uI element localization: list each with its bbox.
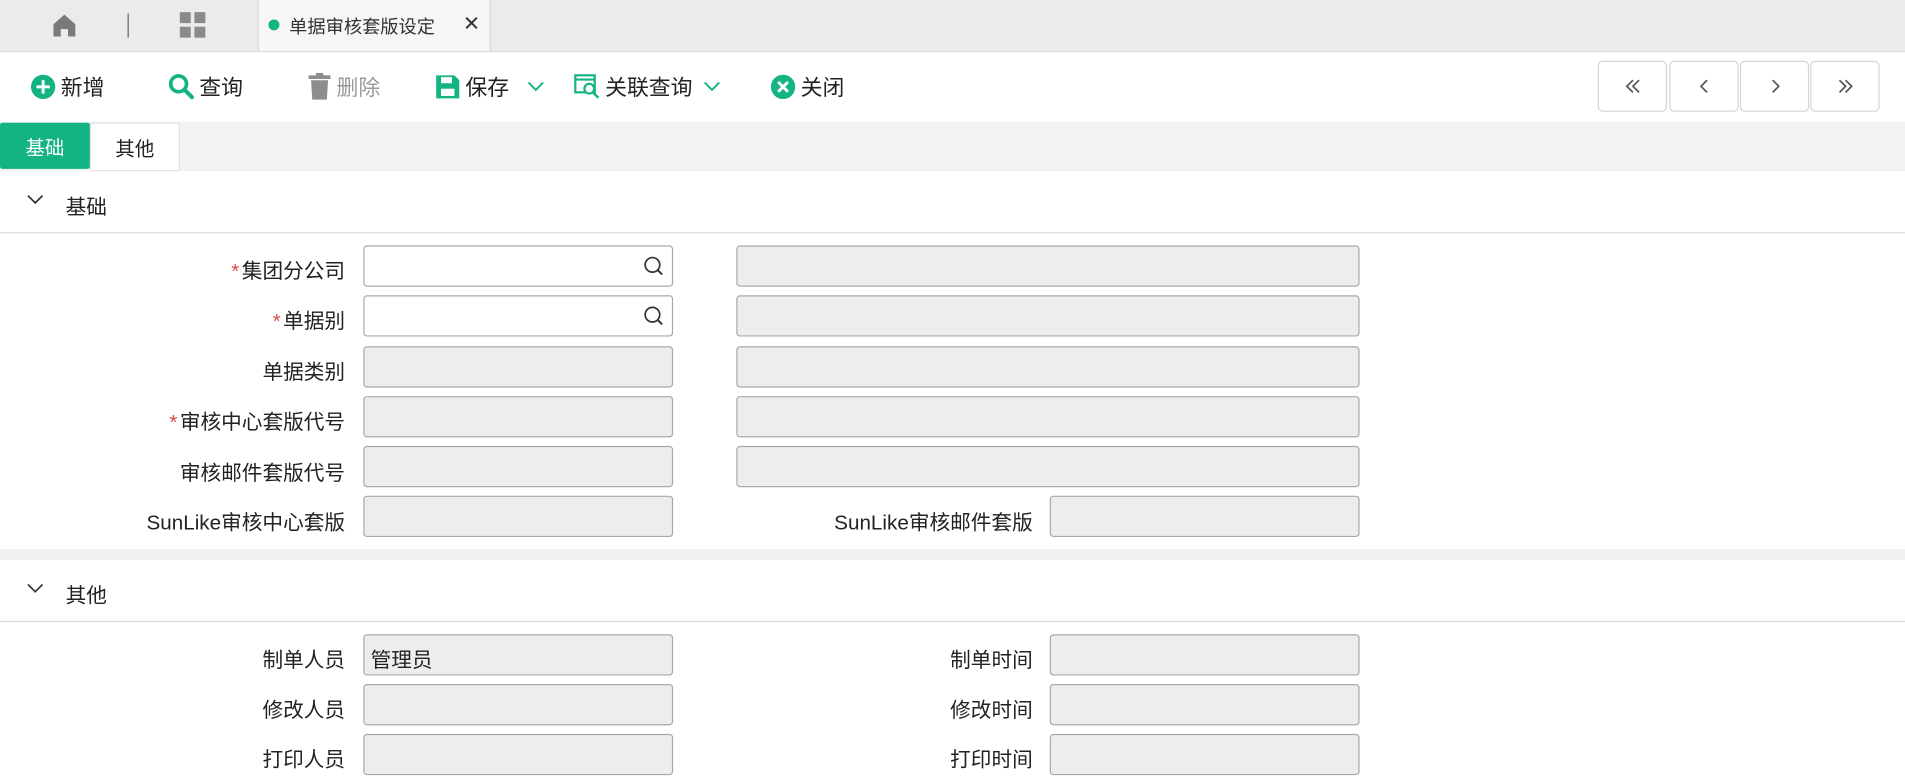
close-button[interactable]: 关闭 [770, 69, 844, 103]
save-disk-icon [436, 74, 460, 98]
printer-label: 打印人员 [262, 748, 346, 772]
audit-center-template-field [363, 396, 674, 438]
toolbar: 新增 查询 删除 保存 关联查询 关闭 [0, 52, 1905, 122]
creator-field: 管理员 [363, 634, 674, 676]
subtab-other[interactable]: 其他 [89, 122, 180, 172]
tab-status-dot [268, 19, 280, 31]
search-icon[interactable] [643, 305, 665, 327]
audit-center-template-name-display [736, 396, 1360, 438]
related-query-button[interactable]: 关联查询 [573, 69, 726, 103]
group-company-name-display [736, 245, 1360, 287]
modify-time-label: 修改时间 [950, 698, 1033, 722]
audit-mail-template-field [363, 445, 674, 488]
modify-time-field [1049, 684, 1360, 726]
doc-type-name-display [736, 295, 1360, 337]
required-mark: * [272, 309, 281, 333]
close-circle-icon [770, 74, 796, 99]
dashboard-grid-icon[interactable] [179, 11, 207, 39]
chevron-right-icon [1771, 79, 1780, 93]
doc-type-input[interactable] [363, 295, 674, 337]
add-button[interactable]: 新增 [30, 69, 104, 103]
group-company-label: * 集团分公司 [231, 260, 346, 284]
first-record-button[interactable] [1597, 60, 1667, 112]
section-basic-header[interactable]: 基础 [0, 171, 1905, 234]
delete-button[interactable]: 删除 [307, 69, 380, 103]
last-record-button[interactable] [1810, 60, 1880, 112]
delete-button-label: 删除 [336, 75, 381, 100]
creator-label: 制单人员 [262, 648, 346, 672]
subtab-basic[interactable]: 基础 [0, 122, 90, 169]
doc-category-name-display [736, 346, 1360, 388]
previous-record-button[interactable] [1669, 60, 1739, 112]
sunlike-center-template-field [363, 495, 674, 538]
double-chevron-right-icon [1838, 79, 1853, 93]
chevron-down-icon[interactable] [702, 80, 721, 92]
plus-circle-icon [30, 74, 56, 99]
chevron-left-icon [1699, 79, 1708, 93]
tab-strip: 单据审核套版设定 ✕ [0, 0, 1905, 53]
chevron-down-icon[interactable] [27, 582, 44, 594]
subtab-bar: 基础 其他 [0, 121, 1905, 172]
section-basic-title: 基础 [65, 195, 107, 219]
window-search-icon [574, 74, 600, 99]
query-button-label: 查询 [199, 75, 243, 100]
create-time-field [1049, 634, 1360, 676]
create-time-label: 制单时间 [950, 648, 1033, 672]
tab-active-document[interactable]: 单据审核套版设定 ✕ [257, 0, 491, 52]
print-time-label: 打印时间 [950, 748, 1033, 772]
chevron-down-icon[interactable] [526, 80, 545, 92]
doc-category-field [363, 346, 674, 388]
query-button[interactable]: 查询 [168, 69, 243, 103]
save-button-label: 保存 [465, 75, 510, 100]
modifier-field [363, 684, 674, 726]
audit-mail-template-name-display [736, 445, 1360, 488]
section-other-title: 其他 [65, 584, 107, 608]
doc-category-label: 单据类别 [262, 360, 346, 384]
trash-icon [308, 72, 331, 100]
next-record-button[interactable] [1739, 60, 1810, 112]
save-button[interactable]: 保存 [435, 69, 550, 103]
sunlike-mail-template-label: SunLike审核邮件套版 [834, 511, 1033, 535]
sunlike-center-template-label: SunLike审核中心套版 [146, 511, 346, 535]
group-company-input[interactable] [363, 245, 674, 287]
doc-type-label: * 单据别 [272, 309, 346, 333]
chevron-down-icon[interactable] [27, 193, 44, 205]
home-icon[interactable] [51, 12, 78, 39]
print-time-field [1049, 733, 1360, 776]
modifier-label: 修改人员 [262, 698, 346, 722]
tab-close-icon[interactable]: ✕ [463, 12, 480, 36]
double-chevron-left-icon [1625, 79, 1640, 93]
close-button-label: 关闭 [800, 75, 845, 100]
section-other-header[interactable]: 其他 [0, 560, 1905, 623]
add-button-label: 新增 [60, 75, 105, 100]
search-icon [168, 74, 195, 100]
audit-mail-template-label: 审核邮件套版代号 [179, 461, 346, 485]
section-divider [0, 549, 1905, 561]
tab-title: 单据审核套版设定 [289, 17, 435, 38]
printer-field [363, 733, 674, 776]
required-mark: * [231, 260, 240, 284]
audit-center-template-label: * 审核中心套版代号 [169, 410, 346, 434]
tab-separator [127, 13, 129, 38]
related-query-button-label: 关联查询 [605, 75, 693, 100]
required-mark: * [169, 410, 178, 434]
sunlike-mail-template-field [1049, 495, 1360, 538]
search-icon[interactable] [643, 255, 665, 277]
